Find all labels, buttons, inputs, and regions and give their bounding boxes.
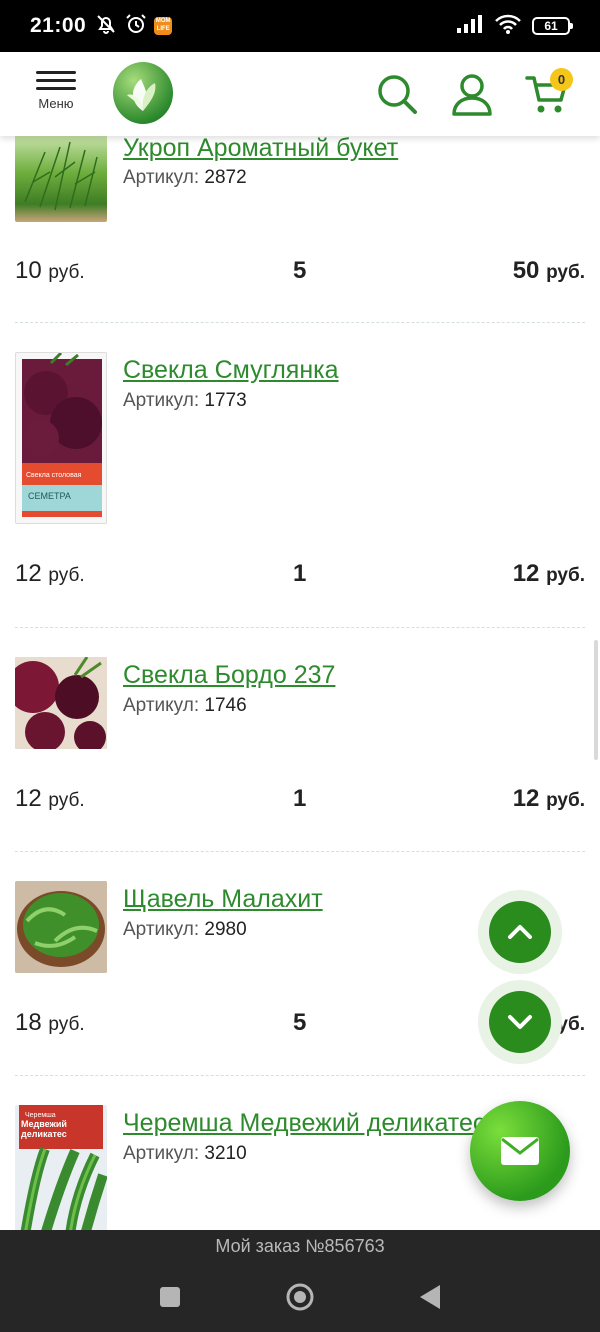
- product-image[interactable]: [15, 132, 107, 222]
- product-price-row: 12 руб. 1 12 руб.: [15, 560, 585, 590]
- chevron-down-icon: [508, 1015, 532, 1029]
- sku-value: 1773: [204, 390, 247, 411]
- status-system-icons: 61: [456, 13, 573, 40]
- scrollbar[interactable]: [594, 640, 598, 760]
- user-icon[interactable]: [450, 72, 494, 116]
- list-item: Укроп Ароматный букет Артикул: 2872 10 р…: [15, 112, 585, 352]
- product-sku: Артикул: 2980: [123, 919, 247, 940]
- product-sku: Артикул: 2872: [123, 167, 247, 188]
- status-time: 21:00: [30, 14, 87, 37]
- scroll-up-button[interactable]: [478, 890, 562, 974]
- sku-value: 2980: [204, 919, 247, 940]
- wifi-icon: [494, 13, 522, 40]
- product-sku: Артикул: 1773: [123, 390, 247, 411]
- quantity: 1: [293, 785, 307, 812]
- product-image[interactable]: [15, 881, 107, 973]
- contact-mail-button[interactable]: [470, 1101, 570, 1201]
- menu-button[interactable]: Меню: [30, 68, 82, 120]
- status-notification-icons: MOM LIFE: [94, 12, 173, 41]
- menu-label: Меню: [38, 96, 74, 111]
- signal-icon: [456, 14, 484, 39]
- app-notification-icon: MOM LIFE: [154, 17, 173, 35]
- battery-icon: 61: [532, 17, 573, 35]
- product-image[interactable]: [15, 657, 107, 749]
- sku-value: 2872: [204, 167, 247, 188]
- list-item: Свекла столовая СЕМЕТРА Свекла Смуглянка…: [15, 352, 585, 652]
- chevron-up-icon: [508, 925, 532, 939]
- sku-value: 1746: [204, 695, 247, 716]
- product-name-link[interactable]: Щавель Малахит: [123, 885, 323, 914]
- product-sku: Артикул: 1746: [123, 695, 247, 716]
- square-icon: [160, 1287, 180, 1307]
- product-price-row: 12 руб. 1 12 руб.: [15, 785, 585, 815]
- alarm-icon: [124, 12, 148, 41]
- item-divider: [15, 1075, 585, 1076]
- site-header: Меню: [0, 52, 600, 136]
- unit-price: 12 руб.: [15, 785, 85, 812]
- item-divider: [15, 322, 585, 323]
- svg-text:Черемша: Черемша: [25, 1112, 56, 1119]
- muted-bell-icon: [94, 12, 118, 41]
- product-image[interactable]: Черемша Медвежий деликатес: [15, 1105, 107, 1230]
- status-bar: 21:00 MOM LIFE 61: [0, 0, 600, 52]
- site-logo[interactable]: [113, 62, 173, 124]
- order-number-bar[interactable]: Мой заказ №856763: [0, 1230, 600, 1262]
- product-name-link[interactable]: Укроп Ароматный букет: [123, 134, 398, 163]
- item-divider: [15, 851, 585, 852]
- recent-apps-button[interactable]: [155, 1282, 185, 1312]
- scroll-down-button[interactable]: [478, 980, 562, 1064]
- quantity: 5: [293, 257, 307, 284]
- unit-price: 12 руб.: [15, 560, 85, 587]
- leaf-logo-icon: [127, 79, 156, 111]
- hamburger-icon: [36, 71, 76, 74]
- back-triangle-icon: [420, 1285, 440, 1309]
- svg-text:СЕМЕТРА: СЕМЕТРА: [28, 491, 71, 501]
- line-total: 12 руб.: [512, 560, 585, 587]
- product-name-link[interactable]: Свекла Смуглянка: [123, 356, 339, 385]
- quantity: 5: [293, 1009, 307, 1036]
- product-name-link[interactable]: Черемша Медвежий деликатес: [123, 1109, 485, 1138]
- back-button[interactable]: [415, 1282, 445, 1312]
- product-price-row: 10 руб. 5 50 руб.: [15, 257, 585, 287]
- item-divider: [15, 627, 585, 628]
- line-total: 12 руб.: [512, 785, 585, 812]
- quantity: 1: [293, 560, 307, 587]
- sku-value: 3210: [204, 1143, 247, 1164]
- mail-icon: [501, 1137, 539, 1165]
- product-image[interactable]: Свекла столовая СЕМЕТРА: [15, 352, 107, 524]
- home-button[interactable]: [285, 1282, 315, 1312]
- unit-price: 10 руб.: [15, 257, 85, 284]
- unit-price: 18 руб.: [15, 1009, 85, 1036]
- search-icon[interactable]: [375, 72, 419, 116]
- circle-icon: [286, 1283, 314, 1311]
- system-navigation-bar: [0, 1262, 600, 1332]
- line-total: 50 руб.: [512, 257, 585, 284]
- product-sku: Артикул: 3210: [123, 1143, 247, 1164]
- list-item: Свекла Бордо 237 Артикул: 1746 12 руб. 1…: [15, 657, 585, 857]
- cart-count-badge: 0: [550, 68, 573, 91]
- product-name-link[interactable]: Свекла Бордо 237: [123, 661, 335, 690]
- svg-text:Свекла столовая: Свекла столовая: [26, 472, 82, 479]
